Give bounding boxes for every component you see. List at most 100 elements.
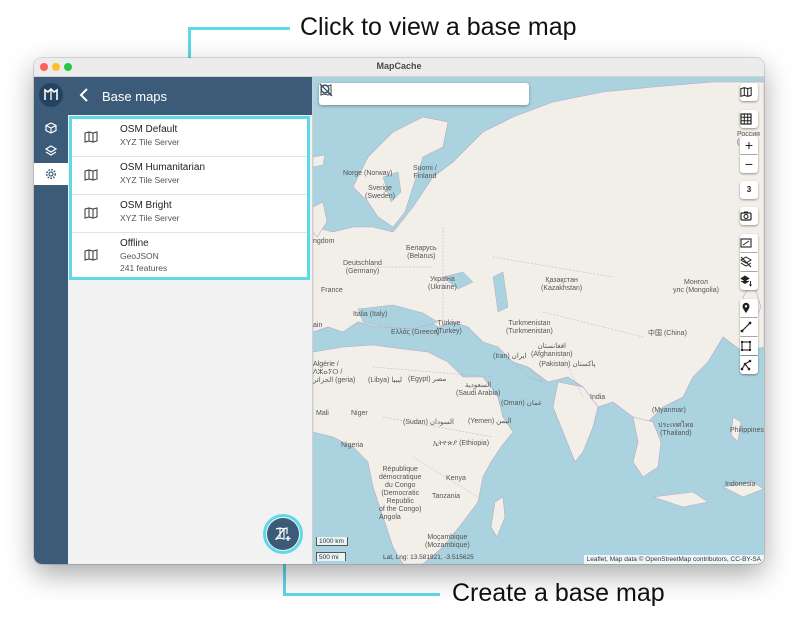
base-map-name: OSM Default bbox=[120, 124, 178, 135]
map-label-niger: Niger bbox=[351, 410, 368, 417]
map-label-drc: République démocratique du Congo (Democr… bbox=[379, 466, 422, 513]
draw-line-button[interactable] bbox=[740, 318, 758, 336]
title-bar: MapCache bbox=[34, 58, 764, 77]
map-label-indonesia: Indonesia bbox=[725, 481, 756, 488]
map-label-turkey: Türkiye (Turkey) bbox=[436, 320, 462, 335]
map-attribution: Leaflet, Map data © OpenStreetMap contri… bbox=[583, 555, 764, 564]
map-icon bbox=[84, 131, 98, 143]
map-label-ethiopia: ኢትዮጵያ (Ethiopia) bbox=[433, 440, 490, 447]
map-label-afghanistan: افغانستان (Afghanistan) bbox=[531, 343, 573, 358]
map-label-kingdom: ngdom bbox=[313, 238, 335, 245]
map-label-greece: Ελλάς (Greece) bbox=[391, 329, 440, 336]
base-map-item-offline[interactable]: Offline GeoJSON 241 features bbox=[72, 233, 307, 277]
map-icon bbox=[84, 169, 98, 181]
rail-projects-button[interactable] bbox=[34, 117, 68, 139]
polygon-icon bbox=[740, 359, 752, 371]
callout-line-bottom-horizontal bbox=[283, 593, 440, 596]
map-label-algeria: Algérie / ⴷⵣⴰⵢⵔ / الجزائر (geria) bbox=[313, 361, 356, 384]
map-label-germany: Deutschland (Germany) bbox=[343, 260, 382, 275]
map-label-italy: Italia (Italy) bbox=[353, 311, 388, 318]
map-label-thailand: ประเทศไทย (Thailand) bbox=[658, 422, 694, 437]
layer-order-button[interactable] bbox=[740, 272, 758, 290]
search-icon[interactable] bbox=[319, 83, 333, 97]
cursor-coordinates: Lat, Lng: 13.581921, -3.515625 bbox=[383, 554, 474, 561]
map-label-belarus: Беларусь (Belarus) bbox=[406, 245, 437, 260]
map-search-bar[interactable] bbox=[319, 83, 529, 105]
map-view[interactable]: Norge (Norway) Sverige (Sweden) Suomi / … bbox=[313, 77, 764, 564]
map-label-mozambique: Moçambique (Mozambique) bbox=[425, 534, 470, 549]
layers-off-icon bbox=[740, 256, 752, 268]
map-icon bbox=[84, 249, 98, 261]
create-base-map-button[interactable] bbox=[267, 518, 299, 550]
map-label-norway: Norge (Norway) bbox=[343, 170, 393, 177]
base-map-type: XYZ Tile Server bbox=[120, 137, 180, 147]
map-label-angola: Angola bbox=[379, 514, 401, 521]
grid-icon bbox=[740, 113, 752, 125]
base-map-list: OSM Default XYZ Tile Server OSM Humanita… bbox=[69, 116, 310, 280]
map-icon bbox=[84, 207, 98, 219]
layers-sort-icon bbox=[740, 275, 752, 287]
map-label-spain: ain bbox=[313, 322, 323, 329]
map-label-nigeria: Nigeria bbox=[341, 442, 364, 449]
panel-title: Base maps bbox=[102, 89, 168, 104]
callout-view-base-map: Click to view a base map bbox=[300, 13, 577, 41]
cube-icon bbox=[45, 122, 57, 134]
map-label-myanmar: (Myanmar) bbox=[652, 407, 686, 414]
callout-create-base-map: Create a base map bbox=[452, 579, 665, 607]
map-label-saudi: السعودية (Saudi Arabia) bbox=[456, 382, 501, 397]
draw-rectangle-button[interactable] bbox=[740, 337, 758, 355]
map-label-pakistan: (Pakistan) پاکستان bbox=[539, 361, 596, 368]
app-window: MapCache Base maps OSM Default XYZ Tile … bbox=[34, 58, 764, 564]
map-label-turkmenistan: Turkmenistan (Turkmenistan) bbox=[506, 320, 553, 335]
map-label-tanzania: Tanzania bbox=[432, 493, 461, 500]
camera-icon bbox=[740, 211, 752, 221]
base-map-toggle-button[interactable] bbox=[740, 83, 758, 101]
base-maps-panel: Base maps OSM Default XYZ Tile Server OS… bbox=[68, 77, 313, 564]
zoom-level-indicator: 3 bbox=[740, 181, 758, 199]
window-title: MapCache bbox=[376, 61, 422, 71]
base-map-type: XYZ Tile Server bbox=[120, 213, 180, 223]
rail-settings-button[interactable] bbox=[34, 163, 68, 185]
base-map-type: XYZ Tile Server bbox=[120, 175, 180, 185]
base-map-type: GeoJSON bbox=[120, 251, 159, 261]
layers-icon bbox=[44, 145, 58, 156]
line-icon bbox=[740, 321, 752, 333]
map-label-china: 中国 (China) bbox=[648, 330, 687, 337]
screenshot-button[interactable] bbox=[740, 207, 758, 225]
map-label-yemen: (Yemen) اليمن bbox=[468, 418, 512, 425]
draw-point-button[interactable] bbox=[740, 299, 758, 317]
map-label-sudan: (Sudan) السودان bbox=[403, 419, 455, 426]
callout-line-top-horizontal bbox=[188, 27, 290, 30]
rectangle-icon bbox=[741, 341, 751, 351]
grid-toggle-button[interactable] bbox=[740, 110, 758, 128]
map-label-libya: (Libya) ليبيا bbox=[368, 377, 402, 384]
map-label-iran: (Iran) ايران bbox=[493, 353, 527, 360]
gear-icon bbox=[45, 168, 57, 180]
hide-layers-button[interactable] bbox=[740, 253, 758, 271]
base-map-name: OSM Humanitarian bbox=[120, 162, 206, 173]
map-label-ukraine: Україна (Ukraine) bbox=[428, 276, 457, 291]
panel-header: Base maps bbox=[68, 77, 312, 115]
base-map-item-osm-humanitarian[interactable]: OSM Humanitarian XYZ Tile Server bbox=[72, 157, 307, 195]
map-label-egypt: (Egypt) مصر bbox=[408, 376, 447, 383]
base-map-item-osm-default[interactable]: OSM Default XYZ Tile Server bbox=[72, 119, 307, 157]
base-map-name: OSM Bright bbox=[120, 200, 172, 211]
base-map-item-osm-bright[interactable]: OSM Bright XYZ Tile Server bbox=[72, 195, 307, 233]
zoom-in-button[interactable]: + bbox=[740, 136, 758, 154]
nav-rail bbox=[34, 77, 68, 564]
fit-extent-button[interactable] bbox=[740, 234, 758, 252]
pin-icon bbox=[742, 302, 750, 313]
map-label-finland: Suomi / Finland bbox=[413, 165, 437, 180]
draw-polygon-button[interactable] bbox=[740, 356, 758, 374]
map-label-india: India bbox=[590, 394, 606, 401]
scale-mi: 500 mi bbox=[316, 552, 346, 561]
map-label-kenya: Kenya bbox=[446, 475, 466, 482]
map-label-kazakhstan: Қазақстан (Kazakhstan) bbox=[541, 277, 583, 292]
map-label-philippines: Philippines bbox=[730, 427, 764, 434]
back-arrow-icon[interactable] bbox=[78, 86, 90, 108]
scale-km: 1000 km bbox=[316, 537, 348, 546]
extent-icon bbox=[740, 238, 752, 248]
zoom-out-button[interactable]: − bbox=[740, 155, 758, 173]
map-label-france: France bbox=[321, 287, 343, 294]
rail-layers-button[interactable] bbox=[34, 140, 68, 162]
